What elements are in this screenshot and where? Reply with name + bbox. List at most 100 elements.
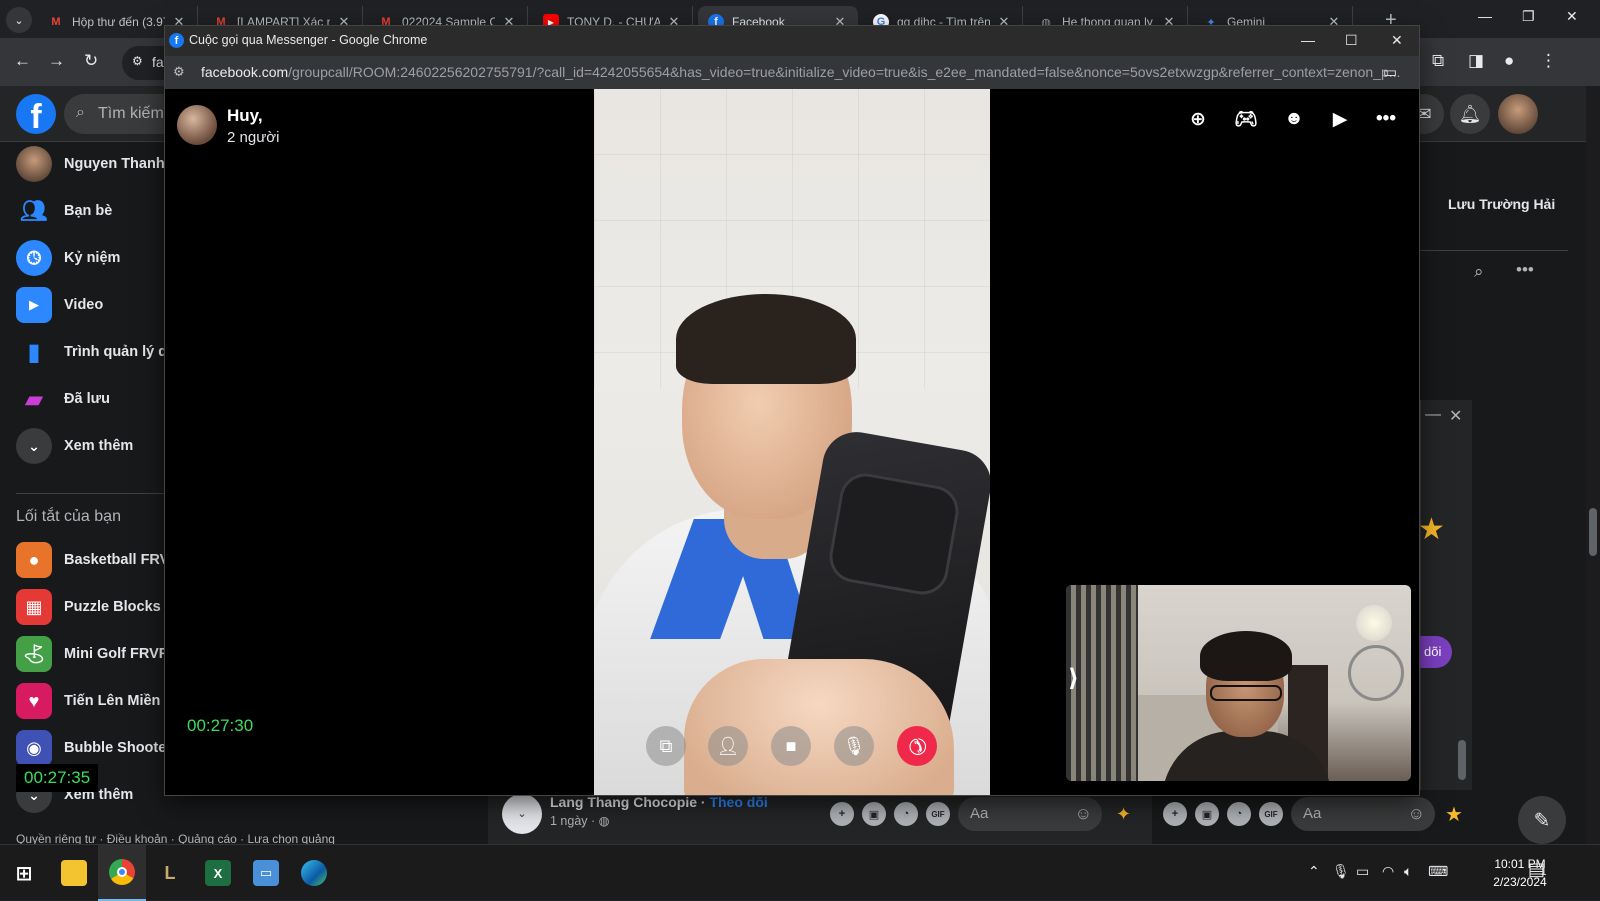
- facebook-left-sidebar: Nguyen Thanh T 👥︎ Bạn bè 🕓︎ Kỷ niệm ▶ Vi…: [0, 142, 335, 860]
- mini-golf-game-icon: ⛳︎: [16, 636, 52, 672]
- maximize-icon[interactable]: ☐: [1345, 32, 1358, 49]
- close-chat-icon[interactable]: ✕: [1449, 406, 1462, 426]
- message-input-1[interactable]: Aa ☺: [958, 797, 1102, 831]
- restore-icon[interactable]: ❐: [1522, 8, 1535, 25]
- post-author-avatar[interactable]: ⌄: [502, 794, 542, 834]
- screen-share-icon[interactable]: ⧉: [646, 726, 686, 766]
- sticker-icon[interactable]: ◔: [1227, 802, 1251, 826]
- account-avatar[interactable]: [1498, 94, 1538, 134]
- shortcut-bubble-shooter[interactable]: ◉ Bubble Shooter: [16, 728, 172, 768]
- windows-logo-icon: ⊞: [15, 862, 33, 885]
- page-scrollbar[interactable]: [1586, 86, 1600, 860]
- camera-in-use-icon[interactable]: ▭: [1383, 63, 1397, 81]
- game-controller-icon[interactable]: 🎮︎: [1233, 106, 1259, 132]
- battery-icon[interactable]: ▭: [1356, 863, 1369, 880]
- chat-scroll-thumb[interactable]: [1458, 740, 1466, 780]
- file-explorer-icon[interactable]: [50, 845, 98, 901]
- sidebar-item-friends[interactable]: 👥︎ Bạn bè: [16, 191, 112, 231]
- add-person-icon[interactable]: 👤︎: [708, 726, 748, 766]
- edge-icon[interactable]: [290, 845, 338, 901]
- sidebar-item-video[interactable]: ▶ Video: [16, 285, 103, 325]
- video-camera-icon[interactable]: ■: [771, 726, 811, 766]
- reload-icon[interactable]: ↻: [84, 51, 98, 71]
- league-icon[interactable]: L: [146, 845, 194, 901]
- sticker-icon[interactable]: ◔: [894, 802, 918, 826]
- message-input-2[interactable]: Aa ☺: [1291, 797, 1435, 831]
- shortcut-mini-golf[interactable]: ⛳︎ Mini Golf FRVR: [16, 634, 169, 674]
- add-icon[interactable]: ⊕: [1185, 106, 1211, 132]
- image-icon[interactable]: ▣: [1195, 802, 1219, 826]
- minimize-icon[interactable]: —: [1478, 8, 1492, 24]
- sidebar-item-memories[interactable]: 🕓︎ Kỷ niệm: [16, 238, 120, 278]
- popup-url-bar[interactable]: ⚙ facebook.com/groupcall/ROOM:2460225620…: [165, 56, 1419, 89]
- microphone-icon[interactable]: 🎙︎: [1332, 863, 1350, 880]
- sparkle-icon[interactable]: ✦: [1116, 804, 1131, 825]
- excel-icon[interactable]: X: [194, 845, 242, 901]
- call-timer: 00:27:30: [187, 716, 254, 735]
- forward-icon[interactable]: →: [48, 51, 65, 71]
- phone-camera-module: [825, 469, 963, 599]
- scrollbar-thumb[interactable]: [1589, 508, 1597, 556]
- monitor-icon: ▭: [253, 860, 279, 886]
- self-video-feed[interactable]: [1066, 585, 1411, 781]
- notifications-bell-icon[interactable]: 🔔︎: [1450, 94, 1490, 134]
- windows-start-icon[interactable]: ⊞: [0, 845, 48, 901]
- shortcut-puzzle-blocks[interactable]: ▦ Puzzle Blocks Cla: [16, 587, 187, 627]
- sidebar-item-see-more[interactable]: ⌄ Xem thêm: [16, 426, 133, 466]
- call-stage: Huy, 2 người ⊕ 🎮︎ ☻ ▶ ••• 00:27:30 ⧉ 👤︎ …: [165, 89, 1419, 795]
- ads-manager-chart-icon: ▮: [27, 338, 41, 366]
- search-icon[interactable]: ⌕: [1474, 262, 1484, 282]
- follow-pill[interactable]: dõi: [1420, 636, 1452, 668]
- contacts-divider: [1420, 250, 1568, 251]
- facebook-logo-icon[interactable]: f: [16, 94, 56, 136]
- star-icon[interactable]: ★: [1445, 802, 1463, 827]
- back-icon[interactable]: ←: [14, 51, 31, 71]
- wifi-icon[interactable]: ◠: [1382, 863, 1394, 880]
- side-panel-icon[interactable]: ◨: [1468, 51, 1484, 71]
- shortcut-basketball-frvr[interactable]: ● Basketball FRVR: [16, 540, 180, 580]
- emoji-icon[interactable]: ☺: [1075, 804, 1092, 824]
- puzzle-blocks-game-icon: ▦: [16, 589, 52, 625]
- remote-desktop-icon[interactable]: ▭: [242, 845, 290, 901]
- minimize-chat-icon[interactable]: —: [1425, 406, 1441, 424]
- site-info-icon[interactable]: ⚙: [132, 54, 143, 68]
- sidebar-item-profile[interactable]: Nguyen Thanh T: [16, 144, 178, 184]
- add-icon[interactable]: +: [830, 802, 854, 826]
- keyboard-icon[interactable]: ⌨: [1428, 863, 1448, 880]
- notification-center-icon[interactable]: ▤1: [1528, 859, 1547, 880]
- more-icon[interactable]: •••: [1516, 260, 1534, 280]
- basketball-game-icon: ●: [16, 542, 52, 578]
- remote-video-feed: [594, 89, 990, 795]
- contact-name[interactable]: Lưu Trường Hải: [1448, 196, 1555, 212]
- new-message-icon[interactable]: ✎: [1518, 796, 1566, 844]
- volume-icon[interactable]: 🔈︎: [1404, 863, 1412, 880]
- friends-icon: 👥︎: [20, 198, 48, 223]
- microphone-icon[interactable]: 🎙︎: [834, 726, 874, 766]
- follow-link[interactable]: Theo dõi: [709, 794, 767, 810]
- add-icon[interactable]: +: [1163, 802, 1187, 826]
- chrome-icon[interactable]: [98, 845, 146, 901]
- shortcut-tien-len[interactable]: ♥ Tiến Lên Miền N: [16, 681, 175, 721]
- more-icon[interactable]: •••: [1373, 106, 1399, 132]
- site-info-icon[interactable]: ⚙: [173, 64, 185, 80]
- close-icon[interactable]: ✕: [1391, 32, 1403, 49]
- wall-fan: [1348, 645, 1404, 701]
- collapse-pip-icon[interactable]: ⟩: [1068, 664, 1079, 693]
- emoji-icon[interactable]: ☺: [1408, 804, 1425, 824]
- gif-icon[interactable]: GIF: [926, 802, 950, 826]
- sidebar-item-saved[interactable]: ▰ Đã lưu: [16, 379, 110, 419]
- image-icon[interactable]: ▣: [862, 802, 886, 826]
- minimize-icon[interactable]: —: [1301, 32, 1315, 48]
- add-emoji-icon[interactable]: ☻: [1281, 106, 1307, 132]
- taskbar-clock[interactable]: 10:01 PM 2/23/2024: [1480, 855, 1560, 891]
- tab-search-button[interactable]: ⌄: [6, 7, 32, 33]
- close-window-icon[interactable]: ✕: [1566, 8, 1578, 25]
- gif-icon[interactable]: GIF: [1259, 802, 1283, 826]
- chrome-menu-icon[interactable]: ⋮: [1540, 51, 1557, 71]
- cards-game-icon: ♥: [16, 683, 52, 719]
- sidebar-item-ads-manager[interactable]: ▮ Trình quản lý qu: [16, 332, 176, 372]
- extensions-icon[interactable]: ⧉: [1432, 51, 1444, 71]
- share-screen-icon[interactable]: ▶: [1327, 106, 1353, 132]
- profile-icon[interactable]: ●: [1504, 51, 1514, 71]
- tray-overflow-icon[interactable]: ⌃: [1308, 863, 1320, 880]
